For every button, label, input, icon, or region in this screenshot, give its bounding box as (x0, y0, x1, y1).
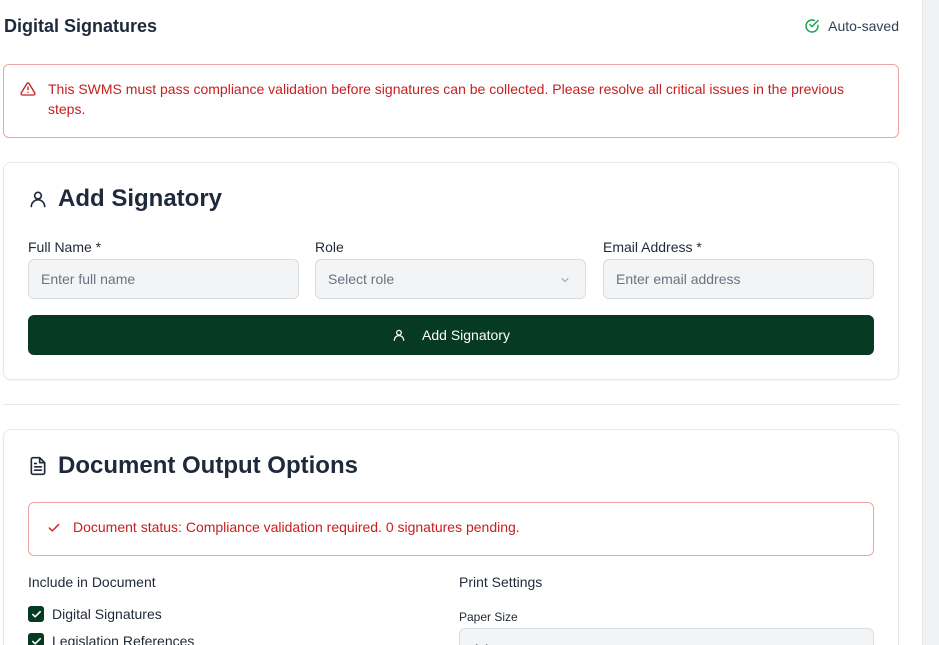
paper-size-value: A4 (472, 641, 489, 645)
document-icon (30, 456, 46, 476)
document-status-text: Document status: Compliance validation r… (73, 519, 520, 535)
document-output-card: Document Output Options Document status:… (3, 429, 899, 645)
autosave-status: Auto-saved (804, 18, 899, 34)
page-title: Digital Signatures (4, 16, 158, 36)
page-header: Digital Signatures Auto-saved (4, 14, 899, 38)
paper-size-select[interactable]: A4 (459, 628, 874, 645)
user-icon (30, 191, 46, 208)
include-digital-signatures-option[interactable]: Digital Signatures (28, 606, 162, 622)
email-label: Email Address * (603, 239, 702, 255)
paper-size-label: Paper Size (459, 610, 518, 624)
include-in-document-label: Include in Document (28, 574, 156, 590)
alert-message: This SWMS must pass compliance validatio… (48, 81, 845, 117)
full-name-placeholder: Enter full name (41, 271, 136, 287)
legislation-references-label: Legislation References (52, 633, 195, 645)
check-icon (31, 637, 41, 645)
autosave-label: Auto-saved (828, 18, 899, 34)
check-icon (48, 523, 60, 532)
add-signatory-button[interactable]: Add Signatory (28, 315, 874, 355)
role-label: Role (315, 239, 344, 255)
add-signatory-title: Add Signatory (58, 185, 223, 212)
add-signatory-heading: Add Signatory (28, 185, 222, 213)
add-signatory-button-label: Add Signatory (422, 327, 510, 343)
section-divider (3, 404, 899, 405)
chevron-down-icon (561, 277, 569, 283)
email-input[interactable]: Enter email address (603, 259, 874, 299)
role-select[interactable]: Select role (315, 259, 586, 299)
document-output-title: Document Output Options (58, 452, 358, 479)
check-icon (31, 610, 41, 618)
document-status-box: Document status: Compliance validation r… (28, 502, 874, 556)
add-signatory-card: Add Signatory Full Name * Enter full nam… (3, 162, 899, 380)
digital-signatures-label: Digital Signatures (52, 606, 162, 622)
print-settings-label: Print Settings (459, 574, 543, 590)
role-placeholder: Select role (328, 271, 395, 287)
user-icon (393, 329, 405, 341)
check-circle-icon (805, 19, 819, 33)
full-name-label: Full Name * (28, 239, 102, 255)
legislation-references-checkbox[interactable] (28, 633, 44, 645)
compliance-alert: This SWMS must pass compliance validatio… (3, 64, 899, 138)
email-placeholder: Enter email address (616, 271, 741, 287)
full-name-input[interactable]: Enter full name (28, 259, 299, 299)
include-legislation-references-option[interactable]: Legislation References (28, 633, 194, 645)
warning-triangle-icon (20, 82, 36, 96)
scrollbar[interactable] (922, 0, 939, 645)
document-output-heading: Document Output Options (28, 452, 358, 480)
digital-signatures-checkbox[interactable] (28, 606, 44, 622)
